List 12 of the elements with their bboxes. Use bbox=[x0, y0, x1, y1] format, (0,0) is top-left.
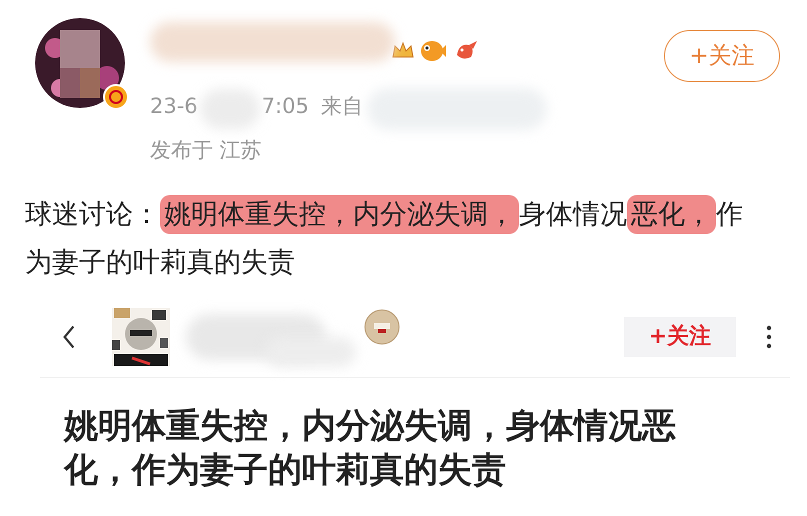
medal-icon bbox=[364, 308, 400, 344]
post-time: 23-6 bbox=[150, 96, 198, 116]
follow-button[interactable]: +关注 bbox=[624, 316, 736, 356]
article-title: 姚明体重失控，内分泌失调，身体情况恶化，作为妻子的叶莉真的失责 bbox=[64, 405, 677, 492]
follow-button[interactable]: +关注 bbox=[664, 30, 780, 82]
more-icon[interactable] bbox=[766, 324, 772, 348]
post-time: 7:05 bbox=[262, 96, 309, 116]
source-label: 来自 bbox=[320, 96, 363, 116]
post-text: 球迷讨论：姚明体重失控，内分泌失调，身体情况恶化，作为妻子的叶莉真的失责 bbox=[25, 191, 747, 287]
post-location: 发布于 江苏 bbox=[150, 140, 263, 161]
fish-icon bbox=[419, 39, 447, 63]
back-icon[interactable] bbox=[62, 324, 76, 350]
